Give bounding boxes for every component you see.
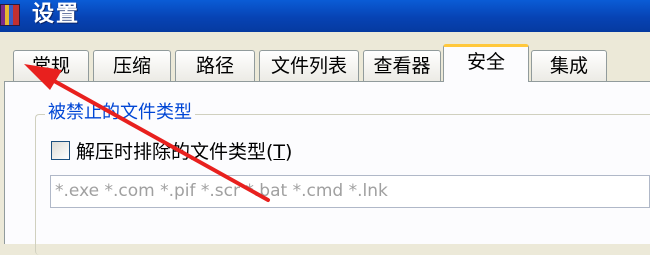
- checkbox-label-end: ): [285, 141, 293, 163]
- tab-general[interactable]: 常规: [13, 50, 89, 81]
- window-title: 设置: [32, 2, 81, 27]
- excluded-file-types-input[interactable]: *.exe *.com *.pif *.scr *.bat *.cmd *.ln…: [50, 175, 650, 208]
- checkbox-label-text: 解压时排除的文件类型(: [76, 141, 274, 163]
- tab-strip: 常规 压缩 路径 文件列表 查看器 安全 集成: [0, 42, 650, 82]
- exclude-types-checkbox-label[interactable]: 解压时排除的文件类型(T): [76, 140, 292, 164]
- checkbox-hotkey: T: [273, 141, 286, 163]
- group-title: 被禁止的文件类型: [45, 101, 195, 125]
- tab-paths[interactable]: 路径: [175, 50, 255, 81]
- tab-file-list[interactable]: 文件列表: [259, 50, 359, 81]
- exclude-types-checkbox[interactable]: [51, 141, 70, 160]
- tab-compression[interactable]: 压缩: [93, 50, 171, 81]
- winrar-app-icon: [0, 4, 20, 26]
- tab-security[interactable]: 安全: [443, 44, 529, 82]
- tab-integration[interactable]: 集成: [531, 50, 607, 81]
- tab-viewer[interactable]: 查看器: [363, 50, 441, 81]
- title-bar[interactable]: 设置: [0, 0, 650, 32]
